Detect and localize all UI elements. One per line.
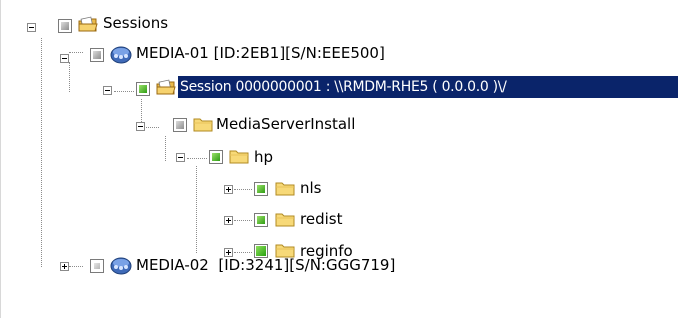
node-checkbox[interactable] bbox=[58, 19, 72, 33]
node-checkbox[interactable] bbox=[173, 118, 187, 132]
node-label[interactable]: MediaServerInstall bbox=[214, 113, 357, 135]
session-folder-icon bbox=[155, 77, 177, 97]
tree-line bbox=[234, 252, 252, 253]
node-checkbox[interactable] bbox=[209, 150, 223, 164]
node-label[interactable]: nls bbox=[298, 177, 324, 199]
expand-toggle[interactable] bbox=[224, 216, 233, 225]
collapse-toggle[interactable] bbox=[136, 122, 145, 131]
collapse-toggle[interactable] bbox=[27, 23, 36, 32]
node-label[interactable]: MEDIA-01 [ID:2EB1][S/N:EEE500] bbox=[134, 42, 387, 64]
tree-line bbox=[69, 52, 83, 53]
node-label[interactable]: MEDIA-02 [ID:3241][S/N:GGG719] bbox=[134, 254, 397, 276]
tree-line bbox=[187, 158, 207, 159]
node-checkbox[interactable] bbox=[136, 82, 150, 96]
collapse-toggle[interactable] bbox=[103, 86, 112, 95]
tree-line bbox=[69, 62, 70, 92]
node-checkbox[interactable] bbox=[254, 182, 268, 196]
node-checkbox[interactable] bbox=[90, 259, 104, 273]
sessions-folder-icon bbox=[77, 14, 99, 34]
tree-line bbox=[165, 136, 166, 161]
tree-line bbox=[41, 38, 42, 267]
node-label[interactable]: Session 0000000001 : \\RMDM-RHE5 ( 0.0.0… bbox=[178, 76, 678, 98]
node-label[interactable]: redist bbox=[298, 208, 344, 230]
node-checkbox[interactable] bbox=[254, 213, 268, 227]
node-label[interactable]: hp bbox=[252, 146, 275, 168]
collapse-toggle[interactable] bbox=[60, 54, 69, 63]
media-server-icon bbox=[110, 44, 132, 64]
tree-line bbox=[69, 266, 83, 267]
media-server-icon bbox=[110, 255, 132, 275]
folder-icon bbox=[228, 146, 250, 166]
collapse-toggle[interactable] bbox=[176, 153, 185, 162]
folder-icon bbox=[274, 209, 296, 229]
tree-line bbox=[234, 220, 252, 221]
tree-line bbox=[234, 189, 252, 190]
node-label[interactable]: Sessions bbox=[101, 12, 170, 34]
expand-toggle[interactable] bbox=[60, 262, 69, 271]
folder-icon bbox=[192, 114, 214, 134]
folder-icon bbox=[274, 178, 296, 198]
node-checkbox[interactable] bbox=[90, 48, 104, 62]
tree-line bbox=[114, 91, 134, 92]
tree-line bbox=[146, 127, 159, 128]
tree-line bbox=[196, 166, 197, 253]
left-border bbox=[0, 0, 1, 318]
expand-toggle[interactable] bbox=[224, 185, 233, 194]
